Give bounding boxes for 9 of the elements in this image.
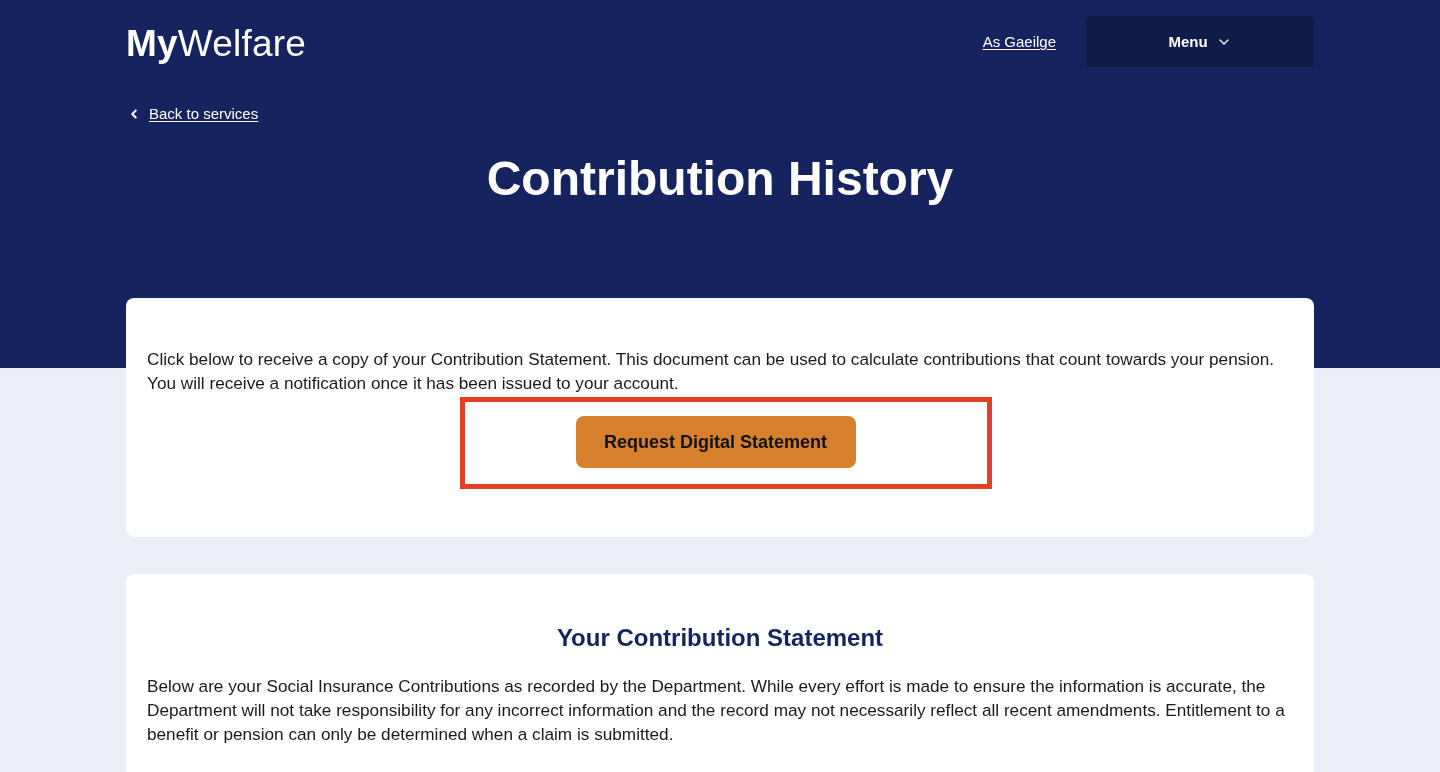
back-link[interactable]: Back to services	[149, 104, 259, 124]
language-link[interactable]: As Gaeilge	[982, 33, 1056, 50]
statement-title: Your Contribution Statement	[555, 623, 885, 653]
page-title: Contribution History	[485, 151, 955, 207]
request-statement-button[interactable]: Request Digital Statement	[575, 416, 856, 468]
logo-link[interactable]: MyWelfare	[126, 22, 307, 65]
request-description: Click below to receive a copy of your Contribution Statement. This document can be used to calculate contributions that count towards your pension. You will receive a notification once it has been issued to your account.	[147, 348, 1276, 395]
statement-description: Below are your Social Insurance Contributions as recorded by the Department. While every effort is made to ensure the information is accurate, the Department will not take responsibility for any incorrect information and the record may not necessarily reflect all recent amendments. Entitlement to a benefit or pension can only be determined when a claim is submitted.	[147, 675, 1286, 746]
menu-button[interactable]: Menu	[1086, 16, 1314, 67]
